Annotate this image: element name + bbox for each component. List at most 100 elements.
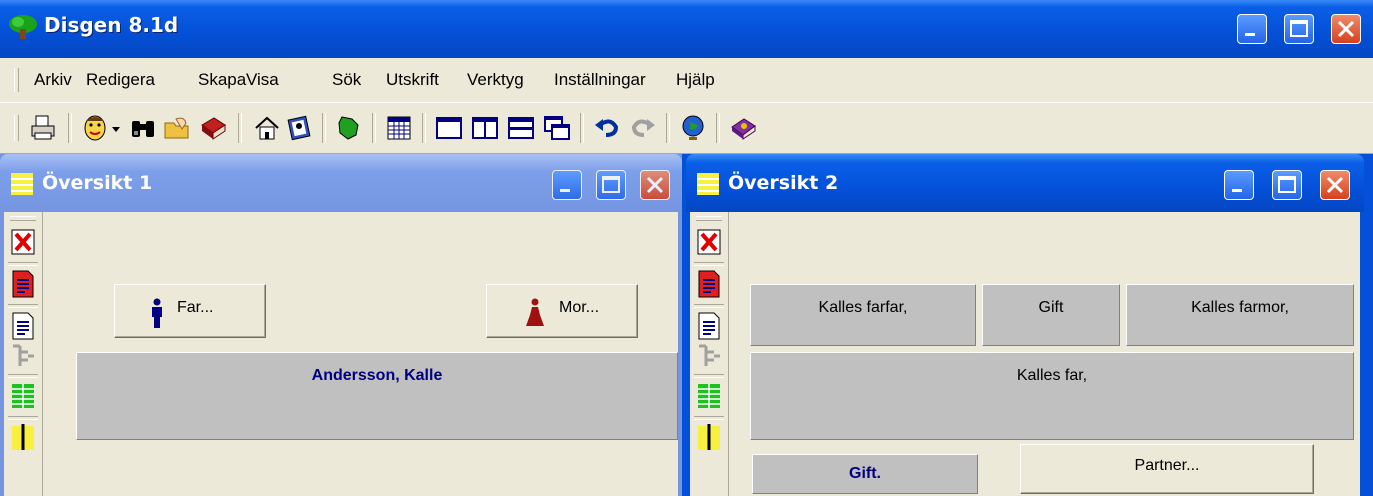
- female-person-icon: [526, 298, 544, 326]
- home-button[interactable]: [252, 113, 282, 143]
- window2-maximize-button[interactable]: [1272, 170, 1302, 200]
- app-titlebar[interactable]: Disgen 8.1d: [0, 0, 1373, 58]
- green-list-icon: [698, 384, 720, 408]
- printer-icon: [31, 115, 55, 140]
- window1-minimize-button[interactable]: [552, 170, 582, 200]
- close-icon: [646, 176, 664, 194]
- menu-grip[interactable]: [14, 68, 19, 92]
- window2-notes-button[interactable]: [696, 312, 722, 340]
- window2-title: Översikt 2: [728, 172, 839, 194]
- partner-button[interactable]: Partner...: [1020, 444, 1314, 494]
- toolbar-grip[interactable]: [14, 115, 19, 141]
- window2-titlebar[interactable]: Översikt 2: [686, 154, 1364, 212]
- address-book-icon: [287, 115, 311, 141]
- book-button[interactable]: [198, 113, 228, 143]
- minimize-icon: [560, 189, 570, 192]
- overview-window-1[interactable]: Översikt 1 Far... Mor... Andersson, Kall…: [0, 154, 682, 496]
- mdi-area: Översikt 1 Far... Mor... Andersson, Kall…: [0, 154, 1373, 496]
- undo-button[interactable]: [592, 113, 622, 143]
- person-name-box[interactable]: Andersson, Kalle: [76, 352, 678, 440]
- mother-button-label: Mor...: [559, 299, 600, 316]
- window1-vertical-toolbar: [4, 212, 43, 496]
- overview-window-2[interactable]: Översikt 2 Kalles farfar, Gift Kalles fa…: [686, 154, 1364, 496]
- close-icon: [1326, 176, 1344, 194]
- window1-maximize-button[interactable]: [596, 170, 626, 200]
- window2-close-button[interactable]: [1320, 170, 1350, 200]
- undo-icon: [595, 119, 619, 137]
- menu-hjalp[interactable]: Hjälp: [676, 70, 715, 90]
- address-book-button[interactable]: [284, 113, 314, 143]
- window1-close-button[interactable]: [640, 170, 670, 200]
- window1-title: Översikt 1: [42, 172, 153, 194]
- globe-button[interactable]: [678, 113, 708, 143]
- overview-icon: [697, 173, 719, 195]
- calendar-button[interactable]: [384, 113, 414, 143]
- red-document-icon: [12, 270, 34, 298]
- person-button[interactable]: [80, 113, 110, 143]
- menu-skapa[interactable]: Skapa: [198, 70, 246, 90]
- window1-notes-button[interactable]: [10, 312, 36, 340]
- grandmother-name: Kalles farmor,: [1191, 299, 1289, 316]
- window1-titlebar[interactable]: Översikt 1: [0, 154, 682, 212]
- document-icon: [12, 312, 34, 340]
- tree-structure-icon: [13, 344, 34, 366]
- grandfather-box[interactable]: Kalles farfar,: [750, 284, 976, 346]
- menu-utskrift[interactable]: Utskrift: [386, 70, 439, 90]
- window2-yellow-button[interactable]: [696, 422, 722, 450]
- menu-bar: Arkiv Redigera Skapa Visa Sök Utskrift V…: [0, 58, 1373, 103]
- window2-minimize-button[interactable]: [1224, 170, 1254, 200]
- tile-vertical-button[interactable]: [470, 113, 500, 143]
- window2-vertical-toolbar: [690, 212, 729, 496]
- window2-list-button[interactable]: [696, 382, 722, 410]
- window1-red-doc-button[interactable]: [10, 270, 36, 298]
- father-box[interactable]: Kalles far,: [750, 352, 1354, 440]
- tree-icon: [9, 15, 37, 39]
- person-dropdown-button[interactable]: [108, 113, 124, 143]
- father-button[interactable]: Far...: [114, 284, 266, 338]
- window2-red-doc-button[interactable]: [696, 270, 722, 298]
- single-window-button[interactable]: [434, 113, 464, 143]
- red-x-icon: [697, 229, 721, 255]
- close-icon: [1337, 20, 1355, 38]
- marriage-status-box[interactable]: Gift.: [752, 454, 978, 494]
- grandparents-marriage-box[interactable]: Gift: [982, 284, 1120, 346]
- binoculars-icon: [132, 121, 154, 137]
- close-button[interactable]: [1331, 14, 1361, 44]
- menu-sok[interactable]: Sök: [332, 70, 361, 90]
- maximize-icon: [1290, 20, 1308, 37]
- minimize-button[interactable]: [1237, 14, 1267, 44]
- green-list-icon: [12, 384, 34, 408]
- father-button-label: Far...: [177, 299, 214, 316]
- tile-horizontal-button[interactable]: [506, 113, 536, 143]
- maximize-button[interactable]: [1284, 14, 1314, 44]
- window2-body: Kalles farfar, Gift Kalles farmor, Kalle…: [690, 212, 1360, 496]
- window1-tree-button[interactable]: [10, 342, 36, 370]
- grandmother-box[interactable]: Kalles farmor,: [1126, 284, 1354, 346]
- map-button[interactable]: [334, 113, 364, 143]
- print-button[interactable]: [28, 113, 58, 143]
- window2-tree-button[interactable]: [696, 342, 722, 370]
- overview-icon: [11, 173, 33, 195]
- window1-list-button[interactable]: [10, 382, 36, 410]
- menu-verktyg[interactable]: Verktyg: [467, 70, 524, 90]
- window1-yellow-button[interactable]: [10, 422, 36, 450]
- person-face-icon: [84, 115, 106, 141]
- redo-button[interactable]: [628, 113, 658, 143]
- help-book-button[interactable]: [728, 113, 758, 143]
- cascade-button[interactable]: [542, 113, 572, 143]
- yellow-grid-icon: [12, 424, 34, 450]
- green-map-icon: [338, 116, 359, 140]
- home-icon: [255, 116, 279, 140]
- search-button[interactable]: [128, 113, 158, 143]
- cascade-icon: [544, 116, 570, 140]
- window1-delete-button[interactable]: [10, 228, 36, 256]
- menu-installningar[interactable]: Inställningar: [554, 70, 646, 90]
- menu-redigera[interactable]: Redigera: [86, 70, 155, 90]
- window2-delete-button[interactable]: [696, 228, 722, 256]
- menu-visa[interactable]: Visa: [246, 70, 279, 90]
- open-folder-button[interactable]: [162, 113, 192, 143]
- calendar-grid-icon: [387, 116, 411, 140]
- menu-arkiv[interactable]: Arkiv: [34, 70, 72, 90]
- mother-button[interactable]: Mor...: [486, 284, 638, 338]
- window1-body: Far... Mor... Andersson, Kalle: [4, 212, 678, 496]
